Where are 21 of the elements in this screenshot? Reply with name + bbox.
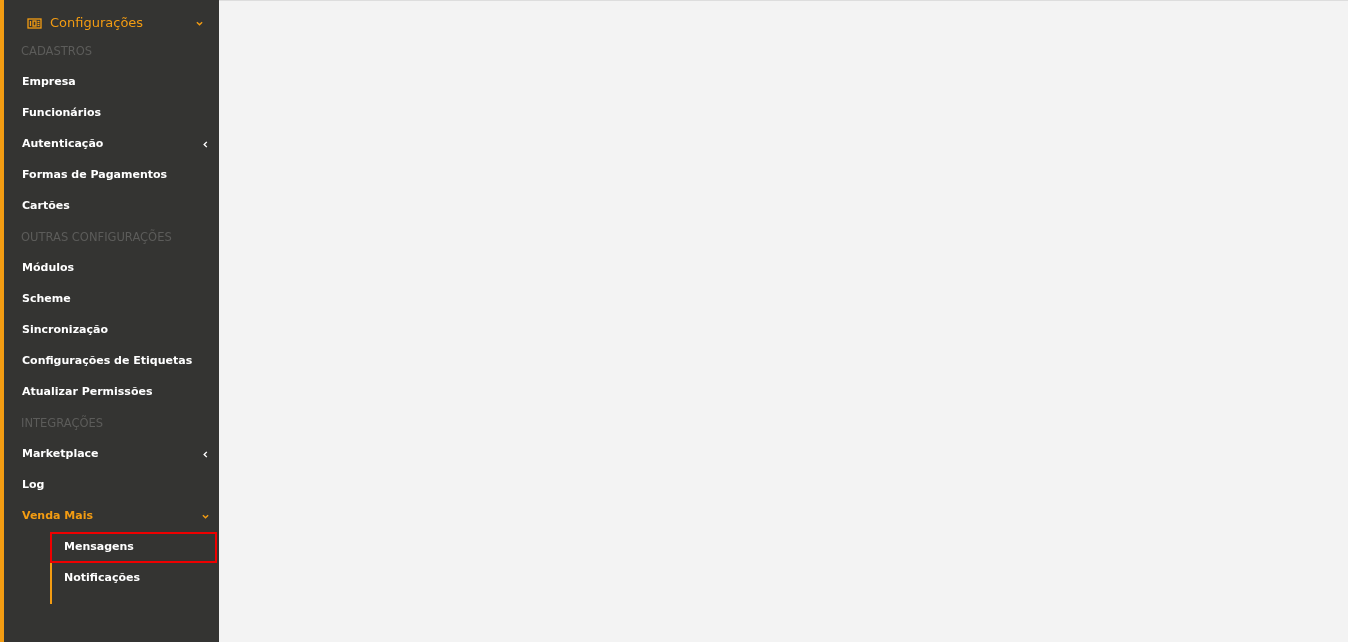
submenu-item[interactable]: Mensagens <box>50 532 217 563</box>
menu-item[interactable]: Empresa <box>4 67 219 98</box>
menu-item[interactable]: Configurações de Etiquetas <box>4 346 219 377</box>
menu-item[interactable]: Cartões <box>4 191 219 222</box>
menu-item[interactable]: Módulos <box>4 253 219 284</box>
menu-item[interactable]: Configurações <box>4 10 219 36</box>
menu-item[interactable]: Marketplace <box>4 439 219 470</box>
chevron-left-icon <box>202 451 209 458</box>
menu-item[interactable]: Log <box>4 470 219 501</box>
menu-item[interactable]: Scheme <box>4 284 219 315</box>
menu-item[interactable]: Funcionários <box>4 98 219 129</box>
menu-item[interactable]: Formas de Pagamentos <box>4 160 219 191</box>
newspaper-icon <box>27 17 42 29</box>
submenu-item[interactable]: Notificações <box>50 563 217 594</box>
chevron-left-icon <box>202 141 209 148</box>
menu-item[interactable]: Autenticação <box>4 129 219 160</box>
menu-item[interactable]: Atualizar Permissões <box>4 377 219 408</box>
menu-item[interactable]: Venda Mais <box>4 501 219 532</box>
chevron-down-icon <box>202 513 209 520</box>
chevron-down-icon <box>196 19 203 27</box>
menu-item[interactable]: Sincronização <box>4 315 219 346</box>
